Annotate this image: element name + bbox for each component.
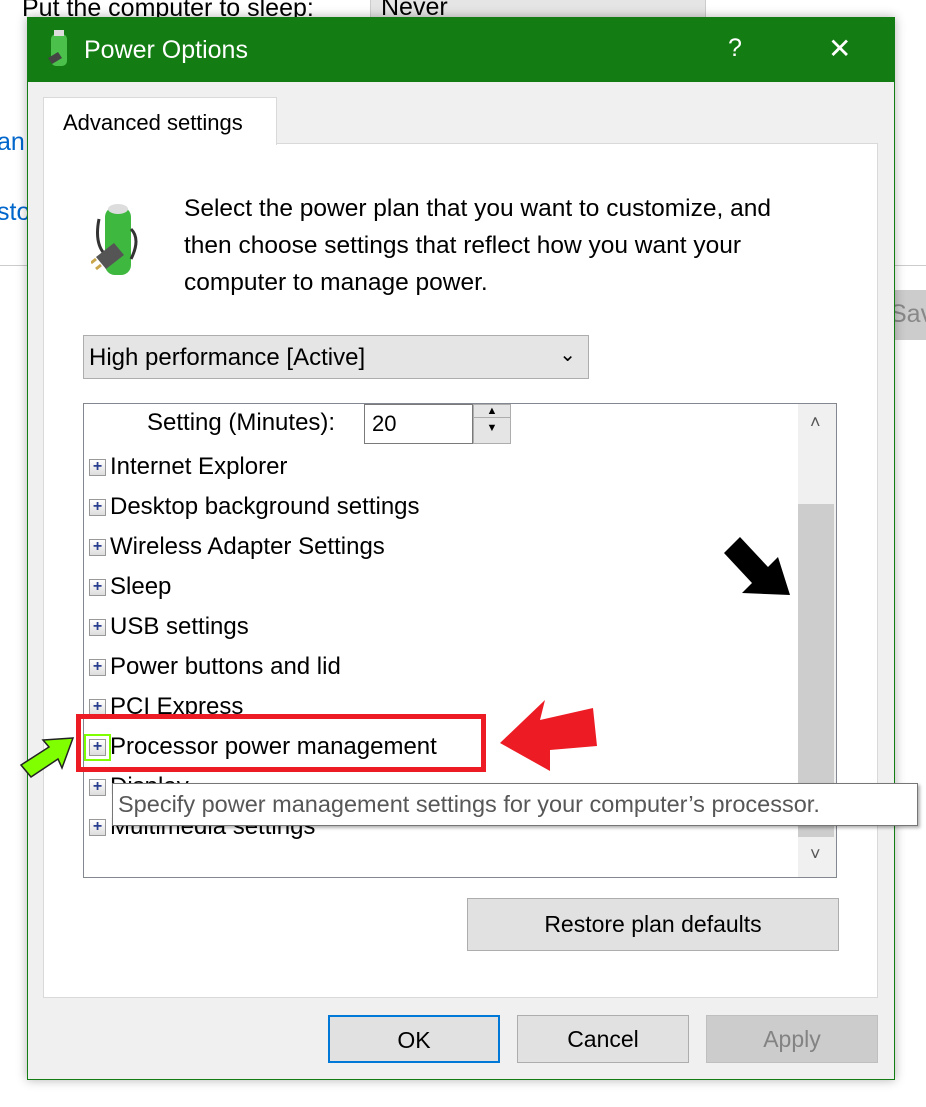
green-arrow-icon xyxy=(19,737,75,778)
title-bar[interactable]: Power Options ? ✕ xyxy=(28,18,894,82)
expand-icon[interactable]: + xyxy=(89,498,106,516)
chevron-down-icon: ⌄ xyxy=(559,344,576,366)
background-link[interactable]: sto xyxy=(0,198,30,227)
expand-icon[interactable]: + xyxy=(89,818,106,836)
description-line: Select the power plan that you want to c… xyxy=(184,195,771,222)
power-plan-value: High performance [Active] xyxy=(89,344,366,371)
restore-defaults-button[interactable]: Restore plan defaults xyxy=(467,898,839,951)
scroll-down-icon[interactable]: ˅ xyxy=(810,844,821,865)
expand-icon[interactable]: + xyxy=(89,458,106,476)
battery-plug-icon xyxy=(91,204,138,275)
setting-minutes-input[interactable]: 20 xyxy=(364,404,473,444)
spin-up-icon[interactable]: ▲ xyxy=(474,405,510,417)
setting-minutes-label: Setting (Minutes): xyxy=(147,409,336,436)
close-button[interactable]: ✕ xyxy=(828,32,851,65)
highlight-box xyxy=(76,714,486,772)
tree-item[interactable]: + Wireless Adapter Settings xyxy=(84,527,385,567)
description-line: computer to manage power. xyxy=(184,269,488,296)
help-button[interactable]: ? xyxy=(728,34,742,63)
tooltip: Specify power management settings for yo… xyxy=(112,783,918,826)
expand-icon[interactable]: + xyxy=(89,538,106,556)
tree-item-label: Power buttons and lid xyxy=(110,653,341,680)
apply-button[interactable]: Apply xyxy=(706,1015,878,1063)
expand-icon[interactable]: + xyxy=(89,778,106,796)
dialog-title: Power Options xyxy=(84,36,248,64)
expand-icon[interactable]: + xyxy=(89,618,106,636)
black-arrow-icon xyxy=(724,537,790,595)
tree-item-label: Desktop background settings xyxy=(110,493,420,520)
power-plan-select[interactable]: High performance [Active] ⌄ xyxy=(83,335,589,379)
power-plan-icon xyxy=(48,30,67,66)
expand-icon[interactable]: + xyxy=(89,698,106,716)
tab-advanced-settings[interactable]: Advanced settings xyxy=(43,97,277,145)
tree-item[interactable]: + Power buttons and lid xyxy=(84,647,341,687)
tree-item-label: Sleep xyxy=(110,573,172,600)
tree-item[interactable]: + Internet Explorer xyxy=(84,447,287,487)
spin-down-icon[interactable]: ▼ xyxy=(474,417,510,434)
expand-icon[interactable]: + xyxy=(89,658,106,676)
tree-item[interactable]: + USB settings xyxy=(84,607,249,647)
ok-button[interactable]: OK xyxy=(328,1015,500,1063)
cancel-button[interactable]: Cancel xyxy=(517,1015,689,1063)
tree-item-label: USB settings xyxy=(110,613,249,640)
expand-icon[interactable]: + xyxy=(89,578,106,596)
scroll-up-icon[interactable]: ˄ xyxy=(810,412,821,433)
tree-item[interactable]: + Desktop background settings xyxy=(84,487,420,527)
background-link[interactable]: an xyxy=(0,128,25,157)
red-arrow-icon xyxy=(500,700,597,771)
description-line: then choose settings that reflect how yo… xyxy=(184,232,742,259)
tree-item-label: Internet Explorer xyxy=(110,453,288,480)
tree-item-label: Wireless Adapter Settings xyxy=(110,533,385,560)
tree-item[interactable]: + Sleep xyxy=(84,567,171,607)
minutes-spinner[interactable]: ▲ ▼ xyxy=(473,404,511,444)
